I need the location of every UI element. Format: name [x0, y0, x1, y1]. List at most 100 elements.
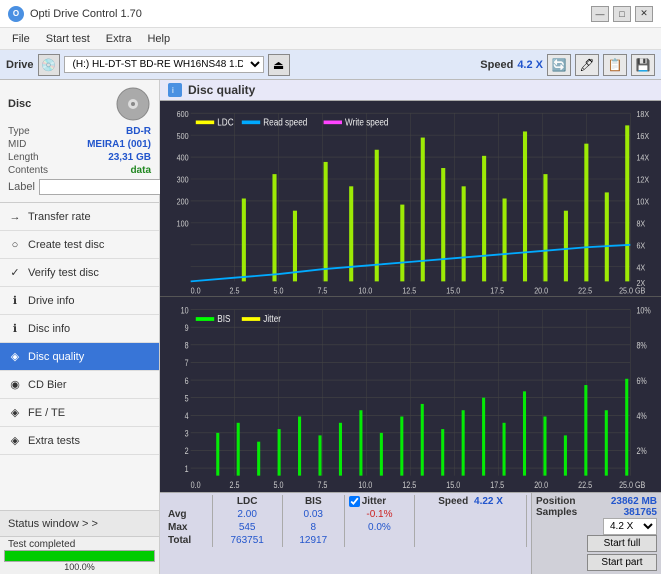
svg-text:Read speed: Read speed: [263, 117, 307, 128]
svg-text:8: 8: [185, 341, 189, 351]
disc-panel: Disc Type BD-R MID MEIRA1 (001) Length 2…: [0, 80, 159, 203]
svg-text:300: 300: [177, 175, 189, 185]
disc-title: Disc: [8, 98, 31, 110]
svg-text:12.5: 12.5: [402, 481, 416, 491]
svg-text:3: 3: [185, 429, 189, 439]
length-label: Length: [8, 152, 39, 163]
save-button[interactable]: 💾: [631, 54, 655, 76]
menu-file[interactable]: File: [4, 31, 38, 47]
disc-info-label: Disc info: [28, 323, 70, 335]
contents-value: data: [130, 165, 151, 176]
sidebar-item-verify-test-disc[interactable]: ✓ Verify test disc: [0, 259, 159, 287]
svg-text:500: 500: [177, 131, 189, 141]
stats-table: LDC BIS Jitter Speed 4.22 X: [164, 495, 527, 547]
jitter-checkbox[interactable]: [349, 496, 360, 507]
menu-help[interactable]: Help: [139, 31, 178, 47]
settings-button[interactable]: 🖊: [575, 54, 599, 76]
col-header-jitter-area: Jitter: [344, 495, 414, 508]
disc-contents-row: Contents data: [8, 165, 151, 176]
main-layout: Disc Type BD-R MID MEIRA1 (001) Length 2…: [0, 80, 661, 574]
svg-text:0.0: 0.0: [191, 286, 202, 296]
stats-row-total: Total 763751 12917: [164, 534, 527, 547]
start-full-button[interactable]: Start full: [587, 535, 657, 552]
chart2: 10 9 8 7 6 5 4 3 2 1 10% 8% 6% 4% 2%: [160, 297, 661, 492]
svg-text:15.0: 15.0: [446, 481, 460, 491]
avg-speed: [415, 508, 527, 521]
speed-control-row: 4.2 X: [536, 518, 657, 535]
label-label: Label: [8, 181, 35, 193]
verify-test-disc-icon: ✓: [8, 266, 22, 280]
svg-text:9: 9: [185, 323, 189, 333]
svg-text:12X: 12X: [636, 175, 649, 185]
sidebar-item-extra-tests[interactable]: ◈ Extra tests: [0, 427, 159, 455]
svg-text:5.0: 5.0: [273, 286, 284, 296]
svg-text:Jitter: Jitter: [263, 313, 281, 324]
jitter-label: Jitter: [362, 496, 386, 507]
svg-text:1: 1: [185, 464, 189, 474]
svg-text:Write speed: Write speed: [345, 117, 388, 128]
svg-text:2: 2: [185, 447, 189, 457]
minimize-button[interactable]: —: [591, 6, 609, 22]
disc-quality-label: Disc quality: [28, 351, 84, 363]
drive-bar: Drive 💿 (H:) HL-DT-ST BD-RE WH16NS48 1.D…: [0, 50, 661, 80]
svg-text:600: 600: [177, 109, 189, 119]
cd-bier-label: CD Bier: [28, 379, 67, 391]
drive-selector[interactable]: (H:) HL-DT-ST BD-RE WH16NS48 1.D3: [64, 56, 264, 73]
status-window-button[interactable]: Status window > >: [0, 510, 159, 536]
speed-col-label: Speed: [438, 496, 468, 507]
svg-text:2.5: 2.5: [230, 481, 240, 491]
svg-text:17.5: 17.5: [490, 286, 504, 296]
jitter-checkbox-label[interactable]: Jitter: [349, 496, 410, 507]
start-part-button[interactable]: Start part: [587, 554, 657, 571]
avg-label: Avg: [164, 508, 212, 521]
speed-dropdown[interactable]: 4.2 X: [603, 518, 657, 535]
max-jitter: 0.0%: [344, 521, 414, 534]
progress-bar: [4, 550, 155, 562]
sidebar-item-cd-bier[interactable]: ◉ CD Bier: [0, 371, 159, 399]
quality-header: i Disc quality: [160, 80, 661, 101]
position-label: Position: [536, 496, 575, 507]
mid-label: MID: [8, 139, 26, 150]
total-ldc: 763751: [212, 534, 282, 547]
svg-text:BIS: BIS: [217, 313, 230, 324]
close-button[interactable]: ✕: [635, 6, 653, 22]
mid-value: MEIRA1 (001): [87, 139, 151, 150]
max-speed: [415, 521, 527, 534]
sidebar: Disc Type BD-R MID MEIRA1 (001) Length 2…: [0, 80, 160, 574]
eject-button[interactable]: ⏏: [268, 54, 290, 76]
svg-text:12.5: 12.5: [402, 286, 416, 296]
svg-text:4: 4: [185, 411, 189, 421]
total-jitter: [344, 534, 414, 547]
disc-label-row: Label 🔍: [8, 178, 151, 196]
info-button[interactable]: 📋: [603, 54, 627, 76]
verify-test-disc-label: Verify test disc: [28, 267, 99, 279]
stats-bar: LDC BIS Jitter Speed 4.22 X: [160, 492, 661, 574]
menu-start-test[interactable]: Start test: [38, 31, 98, 47]
svg-text:5: 5: [185, 394, 189, 404]
sidebar-item-drive-info[interactable]: ℹ Drive info: [0, 287, 159, 315]
sidebar-item-disc-info[interactable]: ℹ Disc info: [0, 315, 159, 343]
label-input[interactable]: [39, 179, 177, 195]
svg-text:i: i: [172, 86, 174, 95]
max-ldc: 545: [212, 521, 282, 534]
sidebar-item-disc-quality[interactable]: ◈ Disc quality: [0, 343, 159, 371]
svg-text:22.5: 22.5: [578, 286, 592, 296]
avg-bis: 0.03: [282, 508, 344, 521]
type-label: Type: [8, 126, 30, 137]
sidebar-item-fe-te[interactable]: ◈ FE / TE: [0, 399, 159, 427]
cd-bier-icon: ◉: [8, 378, 22, 392]
refresh-button[interactable]: 🔄: [547, 54, 571, 76]
samples-value: 381765: [624, 507, 657, 518]
position-row: Position 23862 MB: [536, 496, 657, 507]
extra-tests-label: Extra tests: [28, 435, 80, 447]
max-label: Max: [164, 521, 212, 534]
sidebar-item-create-test-disc[interactable]: ○ Create test disc: [0, 231, 159, 259]
svg-text:16X: 16X: [636, 131, 649, 141]
svg-text:200: 200: [177, 197, 189, 207]
col-header-speed: Speed 4.22 X: [415, 495, 527, 508]
sidebar-item-transfer-rate[interactable]: → Transfer rate: [0, 203, 159, 231]
maximize-button[interactable]: □: [613, 6, 631, 22]
col-header-ldc: LDC: [212, 495, 282, 508]
menu-extra[interactable]: Extra: [98, 31, 140, 47]
disc-icon: [115, 86, 151, 122]
